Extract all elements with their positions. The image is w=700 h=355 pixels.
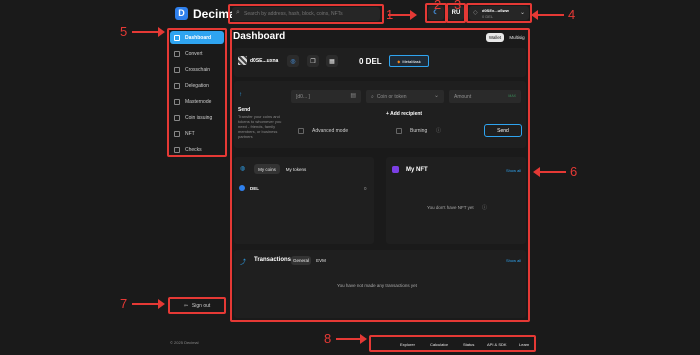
annotation-number-2: 2 — [434, 0, 442, 12]
annotation-box-search — [228, 4, 384, 24]
copyright: © 2025 Decimal — [170, 340, 199, 345]
annotation-arrow-5 — [132, 27, 165, 37]
annotation-box-main — [230, 28, 530, 322]
annotation-number-1: 1 — [386, 7, 394, 22]
annotation-arrow-4 — [531, 10, 564, 20]
annotation-arrow-6 — [533, 167, 566, 177]
annotation-box-sidebar — [167, 28, 227, 157]
annotation-arrow-7 — [132, 299, 165, 309]
annotation-number-6: 6 — [570, 164, 578, 179]
annotation-number-3: 3 — [454, 0, 462, 12]
annotation-arrow-8 — [336, 334, 367, 344]
annotation-number-7: 7 — [120, 296, 128, 311]
annotation-box-signout — [168, 297, 226, 314]
annotation-number-4: 4 — [568, 7, 576, 22]
logo-icon[interactable]: D — [175, 7, 188, 20]
annotation-box-wallet — [466, 3, 532, 23]
annotation-box-footer — [369, 335, 536, 352]
annotation-number-5: 5 — [120, 24, 128, 39]
annotation-number-8: 8 — [324, 331, 332, 346]
